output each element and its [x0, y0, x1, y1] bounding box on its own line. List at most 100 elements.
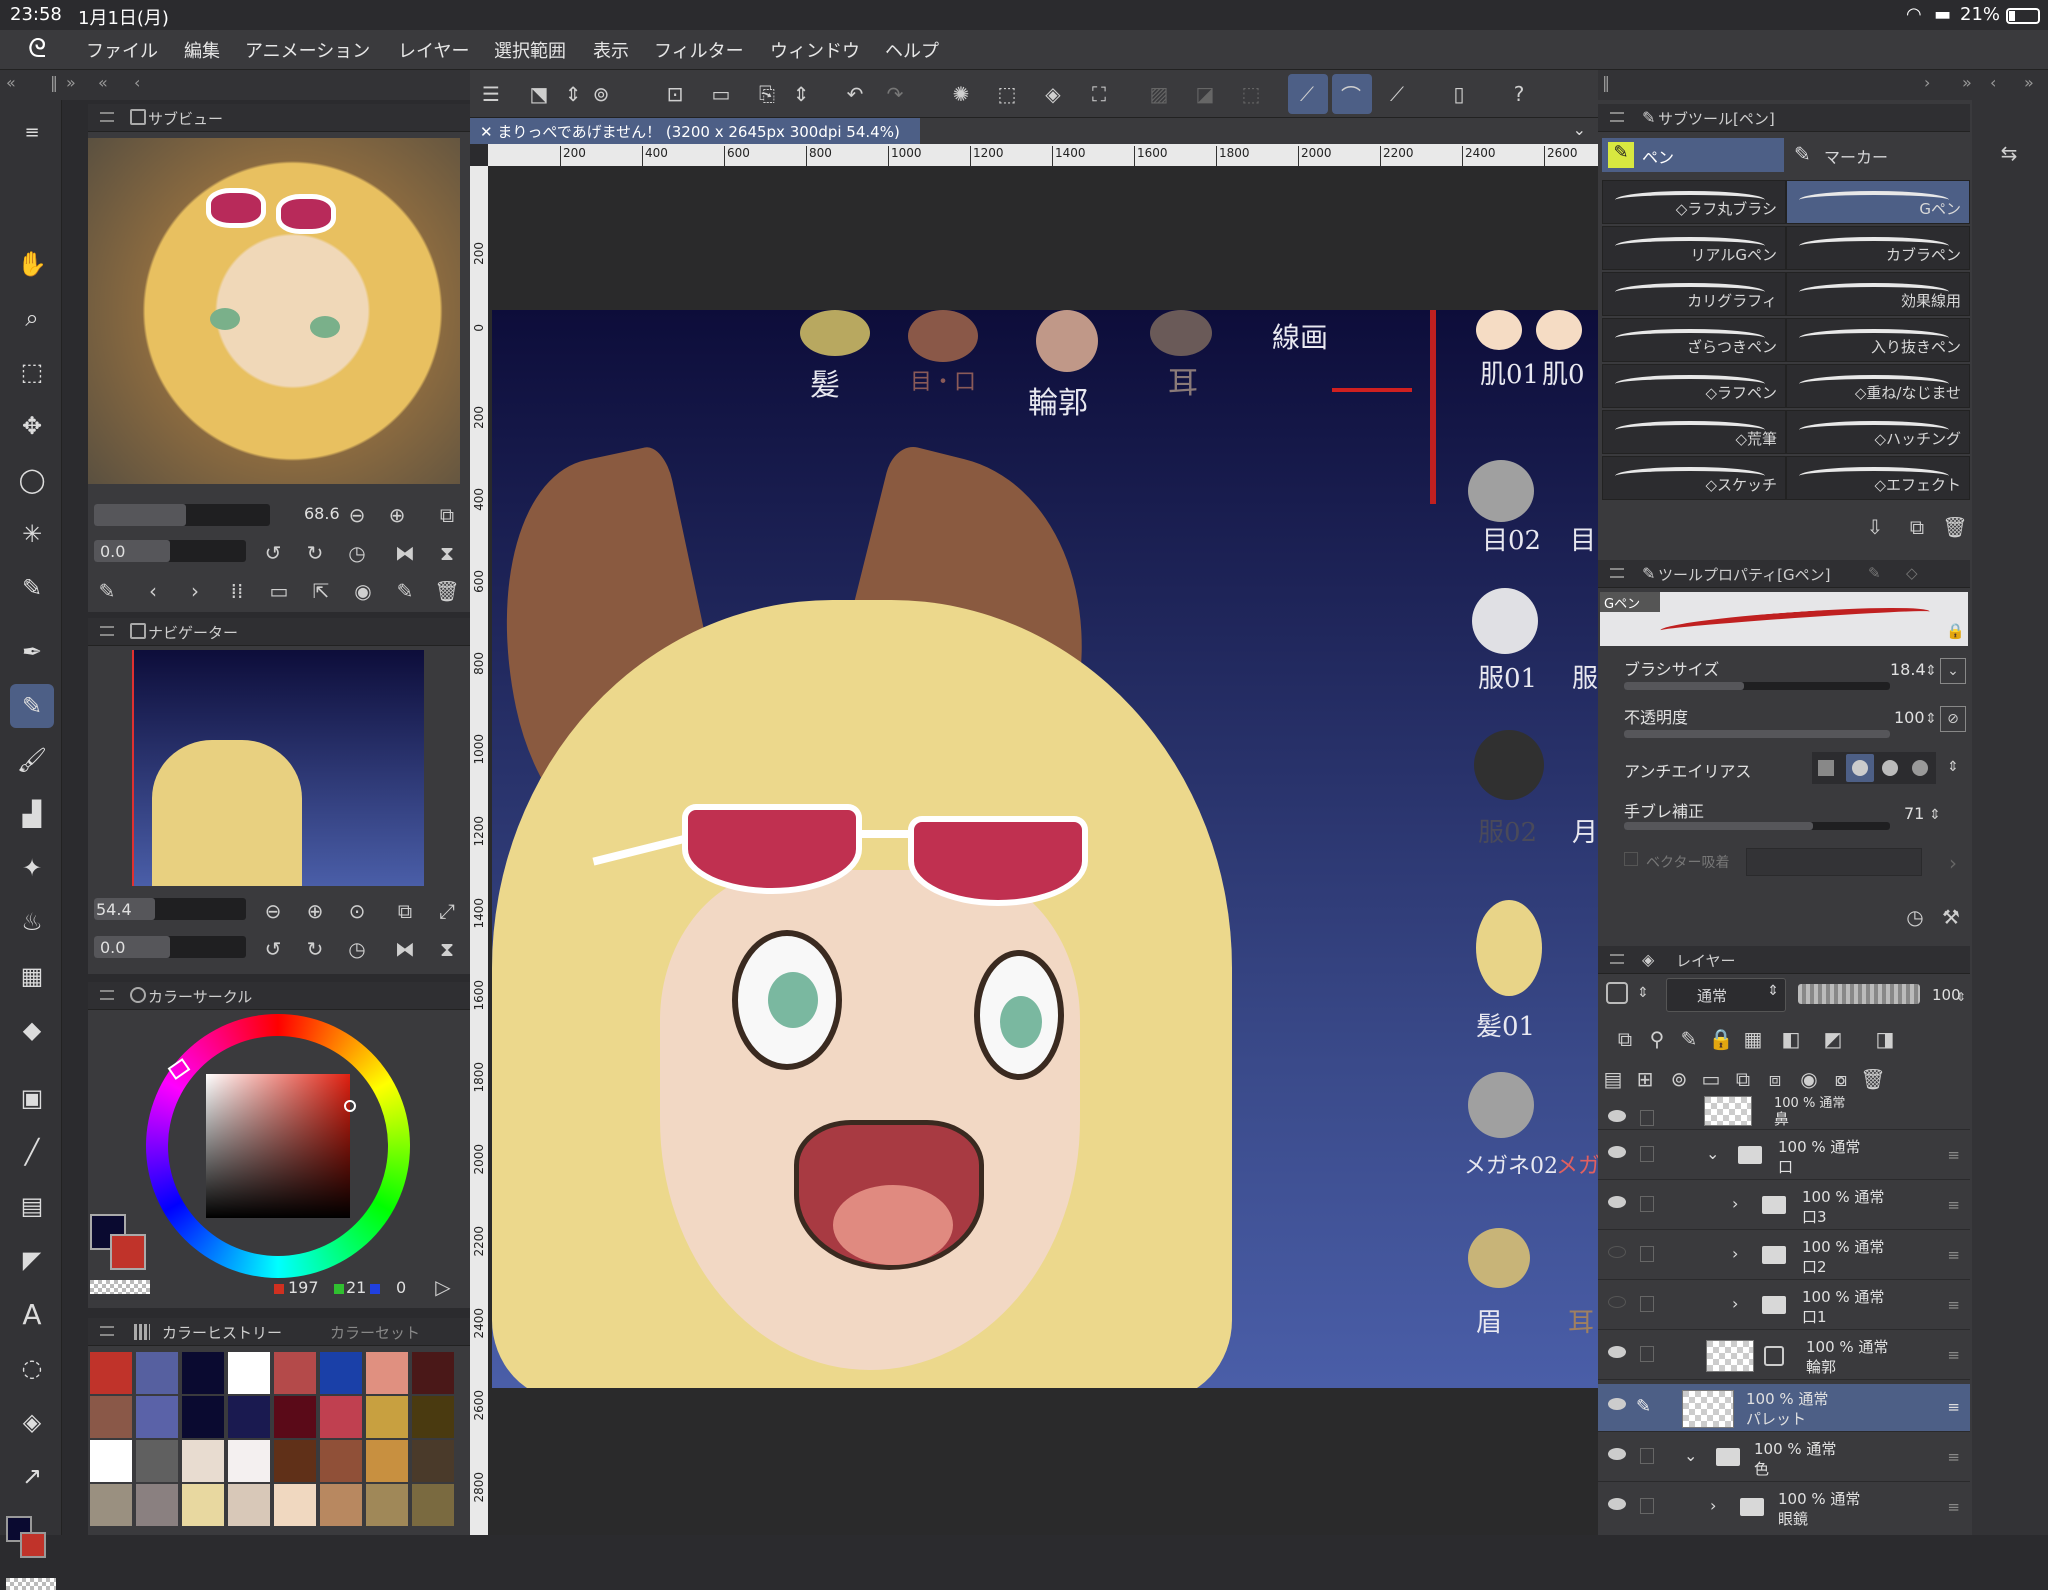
layer-row-palette[interactable]: ✎ 100 % 通常 パレット ≡	[1598, 1384, 1970, 1432]
brush-effect[interactable]: ◇エフェクト	[1786, 456, 1970, 500]
rotate-left-icon[interactable]: ↺	[260, 540, 286, 566]
transfer-down-icon[interactable]: ⧉	[1730, 1066, 1756, 1092]
canvas-artwork[interactable]: 髪 目・口 輪郭 耳 線画 肌01 肌0 目02 目 服01 服 服02 月 髪…	[492, 310, 1598, 1388]
stabilization-stepper-icon[interactable]: ⇕	[1922, 802, 1948, 828]
eyedropper-icon[interactable]: ✎	[10, 566, 54, 610]
visibility-eye-off-icon[interactable]	[1608, 1246, 1626, 1258]
visibility-eye-icon[interactable]	[1608, 1448, 1626, 1460]
stabilization-slider[interactable]	[1624, 822, 1890, 830]
tool-property-reset-icon[interactable]: ◷	[1902, 904, 1928, 930]
menu-help[interactable]: ヘルプ	[885, 37, 939, 63]
fill-tool-icon[interactable]: ◈	[10, 1400, 54, 1444]
new-folder-icon[interactable]: ▭	[1698, 1066, 1724, 1092]
subview-reference-image[interactable]	[88, 138, 460, 484]
vector-snap-options[interactable]	[1746, 848, 1922, 876]
brush-rough-pen-2[interactable]: ◇ラフペン	[1602, 364, 1786, 408]
sub-color-swatch[interactable]	[20, 1532, 46, 1558]
folder-collapsed-chevron-icon[interactable]: ›	[1732, 1244, 1738, 1263]
layer-select-checkbox[interactable]	[1640, 1296, 1654, 1312]
navigator-fullscreen-icon[interactable]: ⤢	[434, 898, 460, 924]
antialias-none-icon[interactable]	[1818, 760, 1834, 776]
brush-size-dynamics-icon[interactable]: ⌄	[1940, 658, 1966, 684]
drag-handle-icon[interactable]: ≡	[1947, 1448, 1960, 1466]
history-color-swatch[interactable]	[274, 1352, 316, 1394]
mask-icon[interactable]: ◉	[1796, 1066, 1822, 1092]
right-collapse-chevron-icon[interactable]: ‹	[1990, 73, 1996, 92]
navigator-rotate-left-icon[interactable]: ↺	[260, 936, 286, 962]
history-color-swatch[interactable]	[320, 1484, 362, 1526]
snap-ruler-icon[interactable]: ⟋	[1294, 81, 1320, 107]
menu-animation[interactable]: アニメーション	[245, 37, 370, 63]
color-history-tab[interactable]: カラーヒストリー	[162, 1322, 282, 1343]
fill-icon[interactable]: ◈	[1040, 81, 1066, 107]
draft-layer-icon[interactable]: ✎	[1676, 1026, 1702, 1052]
navigator-rotate-reset-icon[interactable]: ◷	[344, 936, 370, 962]
brush-rough-pen[interactable]: ざらつきペン	[1602, 318, 1786, 362]
invert-selection-icon[interactable]: ◪	[1192, 81, 1218, 107]
antialias-medium-icon[interactable]	[1882, 760, 1898, 776]
menu-selection[interactable]: 選択範囲	[494, 37, 566, 63]
visibility-eye-icon[interactable]	[1608, 1498, 1626, 1510]
right-collapse-icon[interactable]: »	[2024, 73, 2034, 92]
history-color-swatch[interactable]	[182, 1396, 224, 1438]
subtool-duplicate-icon[interactable]: ⧉	[1904, 514, 1930, 540]
history-color-swatch[interactable]	[182, 1352, 224, 1394]
antialias-weak-icon[interactable]	[1852, 760, 1868, 776]
lock-layer-icon[interactable]: 🔒	[1708, 1026, 1734, 1052]
navigator-flip-v-icon[interactable]: ⧗	[434, 936, 460, 962]
drag-handle-icon[interactable]: ≡	[1947, 1498, 1960, 1516]
brush-g-pen[interactable]: Gペン	[1786, 180, 1970, 224]
subview-eyedropper-icon[interactable]: ✎	[94, 578, 120, 604]
camera-icon[interactable]: ◉	[350, 578, 376, 604]
history-color-swatch[interactable]	[136, 1440, 178, 1482]
history-color-swatch[interactable]	[182, 1484, 224, 1526]
history-color-swatch[interactable]	[228, 1484, 270, 1526]
image-list-icon[interactable]: ⁞⁞	[224, 578, 250, 604]
edit-image-icon[interactable]: ✎	[392, 578, 418, 604]
history-color-swatch[interactable]	[320, 1396, 362, 1438]
loading-icon[interactable]: ✺	[948, 81, 974, 107]
redo-icon[interactable]: ↷	[882, 81, 908, 107]
layer-row-glasses-folder[interactable]: › 100 % 通常 眼鏡 ≡	[1598, 1484, 1970, 1532]
layer-property-icon[interactable]: ▤	[1600, 1066, 1626, 1092]
history-color-swatch[interactable]	[136, 1352, 178, 1394]
brush-real-g-pen[interactable]: リアルGペン	[1602, 226, 1786, 270]
folder-collapsed-chevron-icon[interactable]: ›	[1710, 1496, 1716, 1515]
right-chevron-icon[interactable]: ›	[1924, 73, 1930, 92]
decoration-tool-icon[interactable]: ✦	[10, 846, 54, 890]
open-image-icon[interactable]: ▭	[266, 578, 292, 604]
history-color-swatch[interactable]	[136, 1396, 178, 1438]
crop-icon[interactable]: ⬚	[1238, 81, 1264, 107]
merge-down-icon[interactable]: ⧈	[1762, 1066, 1788, 1092]
line-tool-icon[interactable]: ╱	[10, 1130, 54, 1174]
history-color-swatch[interactable]	[90, 1440, 132, 1482]
sv-cursor[interactable]	[344, 1100, 356, 1112]
eraser-tool-icon[interactable]: ◆	[10, 1008, 54, 1052]
layer-color-toggle-icon[interactable]: ◨	[1872, 1026, 1898, 1052]
cloud-icon[interactable]: ⊚	[588, 81, 614, 107]
lock-transparent-icon[interactable]: ▦	[1740, 1026, 1766, 1052]
history-color-swatch[interactable]	[90, 1396, 132, 1438]
swap-panel-icon[interactable]: ⇆	[1996, 140, 2022, 166]
history-color-swatch[interactable]	[228, 1396, 270, 1438]
folder-collapsed-chevron-icon[interactable]: ›	[1732, 1294, 1738, 1313]
history-color-swatch[interactable]	[412, 1440, 454, 1482]
airbrush-tool-icon[interactable]: ▟	[10, 792, 54, 836]
layer-row-mouth1-folder[interactable]: › 100 % 通常 口1 ≡	[1598, 1282, 1970, 1330]
folder-expanded-chevron-icon[interactable]: ⌄	[1684, 1446, 1697, 1465]
drag-handle-icon[interactable]: ≡	[1947, 1296, 1960, 1314]
history-color-swatch[interactable]	[320, 1352, 362, 1394]
lasso-tool-icon[interactable]: ◯	[10, 458, 54, 502]
visibility-eye-icon[interactable]	[1608, 1346, 1626, 1358]
visibility-eye-icon[interactable]	[1608, 1196, 1626, 1208]
new-canvas-icon[interactable]: ⬔	[526, 81, 552, 107]
history-color-swatch[interactable]	[366, 1484, 408, 1526]
layer-row-mouth2-folder[interactable]: › 100 % 通常 口2 ≡	[1598, 1232, 1970, 1280]
menu-toggle-icon[interactable]: ≡	[10, 110, 54, 154]
snap-special-icon[interactable]: ⌒	[1338, 81, 1364, 108]
visibility-eye-icon[interactable]	[1608, 1398, 1626, 1410]
selection-icon[interactable]: ⬚	[994, 81, 1020, 107]
folder-expanded-chevron-icon[interactable]: ⌄	[1706, 1144, 1719, 1163]
reference-layer-icon[interactable]: ⚲	[1644, 1026, 1670, 1052]
brush-tool-icon[interactable]: 🖌	[10, 738, 54, 782]
